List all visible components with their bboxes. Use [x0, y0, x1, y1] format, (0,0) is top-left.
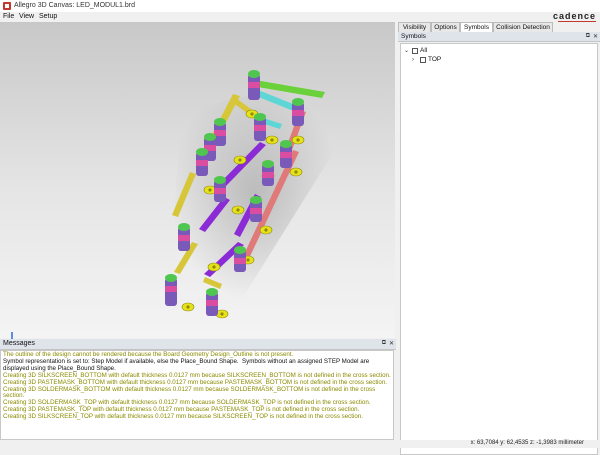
- tree-item-all[interactable]: ⌄ All: [404, 47, 427, 54]
- close-icon[interactable]: ✕: [389, 340, 394, 347]
- status-bar: x: 63,7084 y: 62,4535 z: -1,3983 millime…: [0, 440, 600, 448]
- pad-hole: [294, 170, 298, 174]
- app-icon: [3, 2, 11, 10]
- pad-hole: [264, 228, 268, 232]
- cursor-coordinates: x: 63,7084 y: 62,4535 z: -1,3983 millime…: [470, 440, 584, 446]
- led-component: [178, 223, 190, 251]
- pad-hole: [238, 158, 242, 162]
- right-panel: Visibility Options Symbols Collision Det…: [398, 22, 600, 455]
- led-component: [206, 288, 218, 316]
- tab-symbols[interactable]: Symbols: [460, 22, 493, 32]
- chevron-down-icon[interactable]: ⌄: [404, 47, 410, 54]
- led-component: [280, 140, 292, 168]
- tab-visibility[interactable]: Visibility: [398, 22, 431, 32]
- close-icon[interactable]: ✕: [593, 33, 598, 40]
- led-component: [254, 113, 266, 141]
- log-line: Creating 3D SOLDERMASK_BOTTOM with defau…: [3, 385, 377, 400]
- tree-checkbox[interactable]: [420, 56, 426, 63]
- panel-title: Symbols: [401, 33, 426, 40]
- chevron-right-icon[interactable]: ›: [412, 57, 418, 63]
- pad-hole: [296, 138, 300, 142]
- menu-file[interactable]: File: [3, 13, 14, 20]
- led-component: [250, 196, 262, 222]
- tree-item-label: All: [420, 47, 428, 54]
- log-line: Creating 3D SILKSCREEN_TOP with default …: [3, 413, 363, 421]
- led-component: [214, 176, 226, 202]
- led-component: [165, 274, 177, 306]
- panel-tabs: Visibility Options Symbols Collision Det…: [398, 22, 600, 32]
- title-bar: Allegro 3D Canvas: LED_MODUL1.brd: [0, 0, 600, 12]
- pad-hole: [246, 258, 250, 262]
- pad-hole: [186, 305, 190, 309]
- messages-header: Messages ⧉ ✕: [0, 339, 396, 350]
- tree-item-label: TOP: [428, 56, 442, 63]
- pad-hole: [250, 112, 254, 116]
- led-component: [292, 98, 304, 126]
- tab-collision-detection[interactable]: Collision Detection: [493, 22, 553, 32]
- led-component: [234, 246, 246, 272]
- tab-options[interactable]: Options: [431, 22, 460, 32]
- menu-bar: File View Setup: [0, 12, 390, 22]
- float-icon[interactable]: ⧉: [586, 33, 590, 40]
- log-line: Symbol representation is set to: Step Mo…: [3, 357, 371, 372]
- messages-panel: Messages ⧉ ✕ The outline of the design c…: [0, 339, 396, 440]
- cadence-logo: cadence: [552, 11, 596, 21]
- pad-hole: [270, 138, 274, 142]
- pad-hole: [236, 208, 240, 212]
- led-component: [196, 148, 208, 176]
- 3d-viewport[interactable]: [0, 22, 395, 348]
- pad-hole: [220, 312, 224, 316]
- messages-log[interactable]: The outline of the design cannot be rend…: [0, 350, 394, 440]
- window-title: Allegro 3D Canvas: LED_MODUL1.brd: [14, 2, 135, 9]
- pcb-3d-model: [165, 70, 340, 319]
- symbols-tree: ⌄ All › TOP: [400, 43, 598, 455]
- tree-item-top[interactable]: › TOP: [412, 56, 441, 63]
- menu-view[interactable]: View: [19, 13, 34, 20]
- float-icon[interactable]: ⧉: [382, 340, 386, 347]
- tree-checkbox[interactable]: [412, 47, 418, 54]
- messages-title: Messages: [3, 340, 35, 347]
- pad-hole: [212, 265, 216, 269]
- led-component: [248, 70, 260, 100]
- menu-setup[interactable]: Setup: [39, 13, 57, 20]
- led-component: [262, 160, 274, 186]
- pad-hole: [208, 188, 212, 192]
- symbols-panel-header: Symbols ⧉ ✕: [398, 32, 600, 42]
